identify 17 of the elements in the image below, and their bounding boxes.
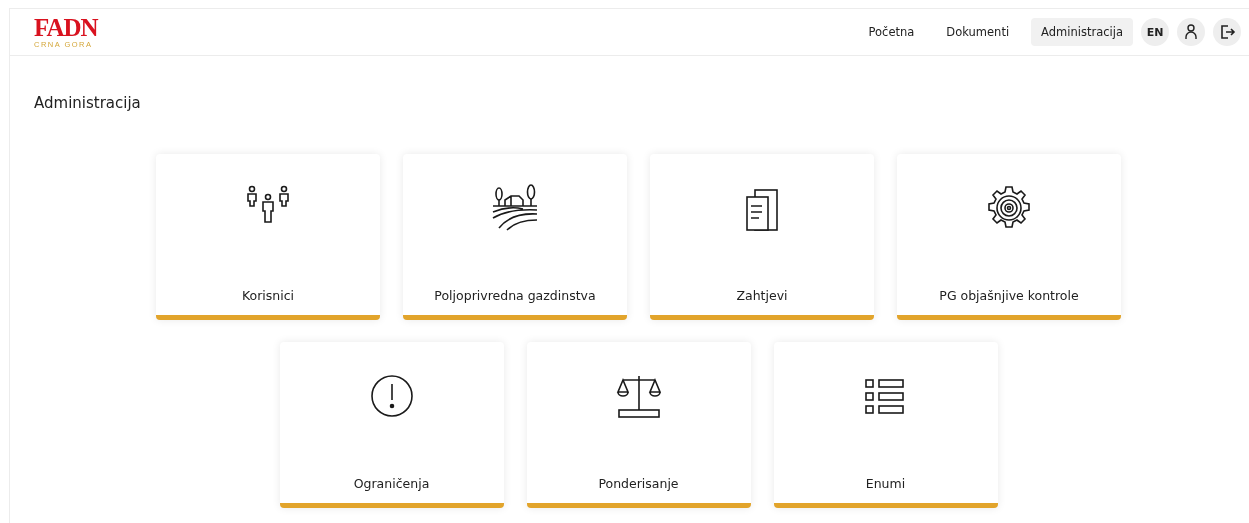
admin-card[interactable]: Poljoprivredna gazdinstva: [403, 154, 627, 320]
nav-link[interactable]: Dokumenti: [936, 18, 1020, 46]
user-icon: [1182, 23, 1200, 41]
page-title: Administracija: [34, 94, 142, 112]
admin-card[interactable]: Ponderisanje: [526, 342, 751, 508]
admin-card[interactable]: Ograničenja: [279, 342, 504, 508]
logout-icon: [1218, 23, 1236, 41]
language-button[interactable]: EN: [1141, 18, 1169, 46]
user-button[interactable]: [1177, 18, 1205, 46]
admin-card[interactable]: Zahtjevi: [650, 154, 874, 320]
nav-link[interactable]: Administracija: [1031, 18, 1133, 46]
logo-title[interactable]: FADN: [34, 15, 98, 41]
logout-button[interactable]: [1213, 18, 1241, 46]
admin-card[interactable]: Korisnici: [156, 154, 380, 320]
nav-link[interactable]: Početna: [858, 18, 925, 46]
admin-card[interactable]: PG objašnjive kontrole: [897, 154, 1121, 320]
admin-card[interactable]: Enumi: [773, 342, 998, 508]
